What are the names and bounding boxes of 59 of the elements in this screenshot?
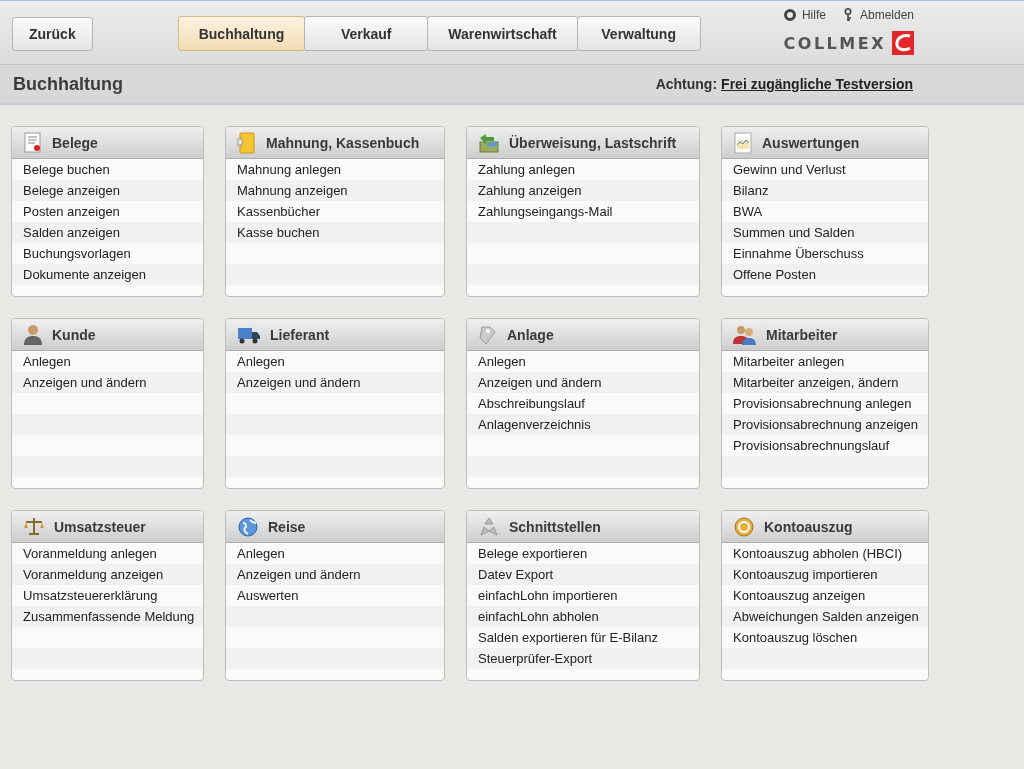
module-tab[interactable]: Verkauf — [304, 16, 429, 51]
menu-link[interactable]: Provisionsabrechnung anzeigen — [722, 414, 928, 435]
card-title: Mahnung, Kassenbuch — [266, 134, 420, 151]
menu-link[interactable]: Salden anzeigen — [12, 222, 203, 243]
logo-text: COLLMEX — [783, 33, 886, 53]
card-title: Überweisung, Lastschrift — [509, 134, 677, 151]
scales-icon — [23, 515, 45, 538]
people-icon — [733, 323, 757, 346]
module-tab[interactable]: Verwaltung — [576, 16, 701, 51]
menu-link[interactable]: Abweichungen Salden anzeigen — [722, 606, 928, 627]
module-tab[interactable]: Warenwirtschaft — [427, 16, 578, 51]
coin-icon — [733, 515, 755, 538]
menu-link[interactable]: Anzeigen und ändern — [226, 372, 444, 393]
page-title: Buchhaltung — [13, 73, 123, 95]
back-button[interactable]: Zurück — [12, 17, 93, 51]
menu-link[interactable]: Bilanz — [722, 180, 928, 201]
key-icon — [843, 8, 854, 22]
notice-label: Achtung: — [655, 76, 718, 92]
card-title: Reise — [268, 518, 306, 535]
lifebuoy-icon — [783, 9, 796, 21]
menu-link[interactable]: Zusammenfassende Meldung — [12, 606, 203, 627]
trial-version-link[interactable]: Frei zugängliche Testversion — [721, 76, 913, 92]
menu-link[interactable]: Voranmeldung anzeigen — [12, 564, 203, 585]
card-title: Umsatzsteuer — [54, 518, 146, 535]
tag-icon — [478, 323, 498, 346]
menu-link[interactable]: Dokumente anzeigen — [12, 264, 203, 285]
menu-link[interactable]: Zahlung anzeigen — [467, 180, 699, 201]
card-title: Kontoauszug — [764, 518, 853, 535]
menu-link[interactable]: Anlagenverzeichnis — [467, 414, 699, 435]
menu-link[interactable]: Kasse buchen — [226, 222, 444, 243]
menu-link[interactable]: Anzeigen und ändern — [12, 372, 203, 393]
card-title: Schnittstellen — [509, 518, 601, 535]
card-title: Lieferant — [270, 326, 330, 343]
menu-link[interactable]: Steuerprüfer-Export — [467, 648, 699, 669]
card-title: Auswertungen — [762, 134, 860, 151]
money-transfer-icon — [478, 131, 500, 154]
menu-link[interactable]: Offene Posten — [722, 264, 928, 285]
globe-icon — [237, 515, 259, 538]
card-title: Kunde — [52, 326, 96, 343]
chart-document-icon — [733, 131, 753, 154]
menu-link[interactable]: Anzeigen und ändern — [467, 372, 699, 393]
person-icon — [23, 323, 43, 346]
menu-link[interactable]: Belege anzeigen — [12, 180, 203, 201]
menu-link[interactable]: Summen und Salden — [722, 222, 928, 243]
menu-link[interactable]: Mitarbeiter anzeigen, ändern — [722, 372, 928, 393]
menu-link[interactable]: Mahnung anzeigen — [226, 180, 444, 201]
help-link[interactable]: Hilfe — [783, 8, 826, 22]
menu-link[interactable]: Anzeigen und ändern — [226, 564, 444, 585]
logout-link[interactable]: Abmelden — [843, 8, 914, 22]
folder-icon — [237, 131, 257, 154]
module-tab[interactable]: Buchhaltung — [177, 16, 306, 51]
menu-link[interactable]: Kontoauszug importieren — [722, 564, 928, 585]
menu-link[interactable]: einfachLohn abholen — [467, 606, 699, 627]
card-title: Belege — [52, 134, 98, 151]
logo-icon — [892, 31, 914, 55]
card-title: Mitarbeiter — [766, 326, 838, 343]
document-icon — [23, 131, 43, 154]
menu-link[interactable]: Datev Export — [467, 564, 699, 585]
card-title: Anlage — [507, 326, 554, 343]
